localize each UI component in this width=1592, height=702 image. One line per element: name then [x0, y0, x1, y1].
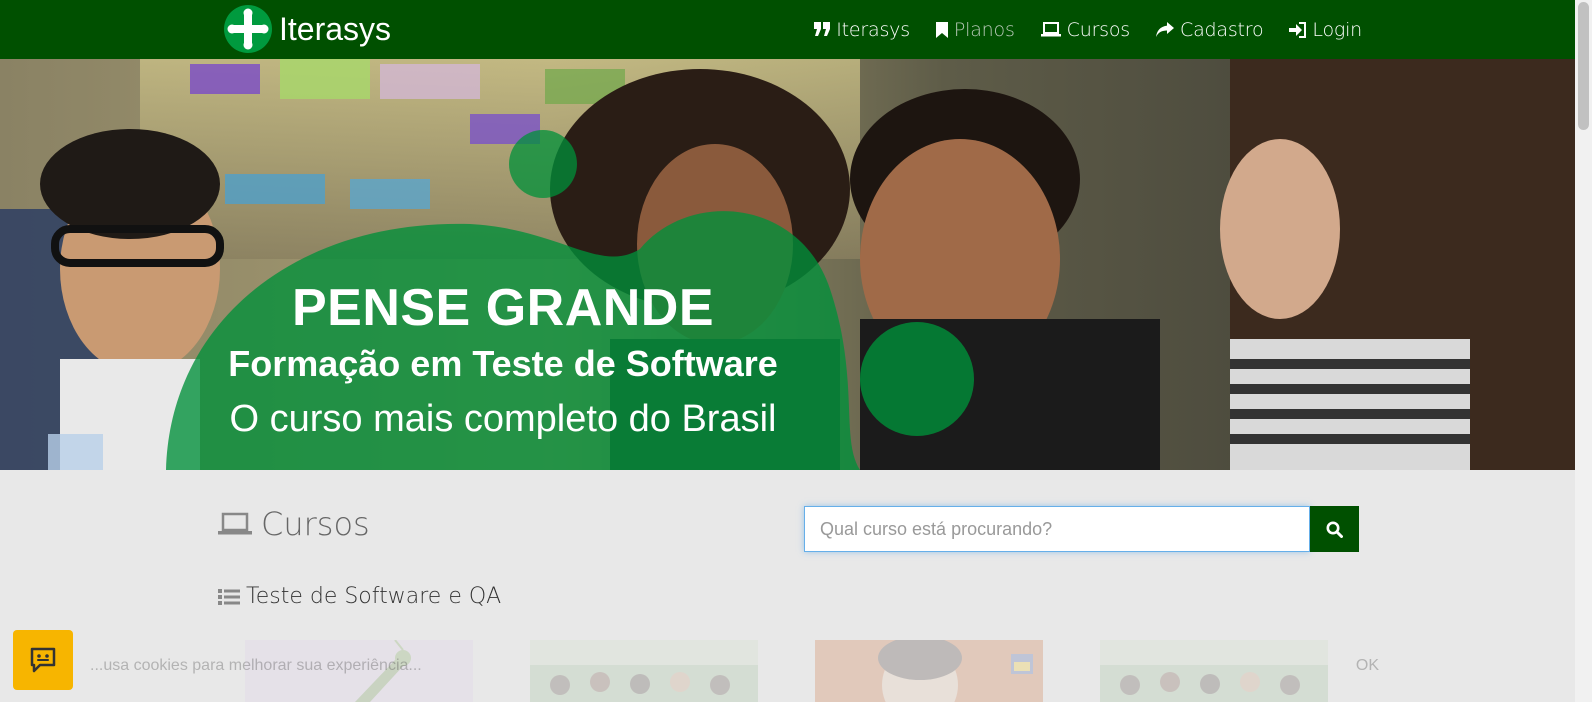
hero-banner: PENSE GRANDE Formação em Teste de Softwa…	[0, 59, 1575, 470]
nav-item-planos[interactable]: Planos	[935, 18, 1015, 41]
cookie-banner: ...usa cookies para melhorar sua experiê…	[60, 631, 1419, 702]
share-arrow-icon	[1156, 22, 1174, 37]
hero-tagline: O curso mais completo do Brasil	[229, 398, 777, 440]
bookmark-icon	[935, 21, 948, 38]
courses-title: Cursos	[261, 505, 370, 543]
nav-item-iterasys[interactable]: Iterasys	[814, 19, 910, 41]
brand-name: Iterasys	[279, 10, 392, 47]
hero-subtitle: Formação em Teste de Software	[228, 343, 778, 384]
nav-item-label: Iterasys	[836, 18, 910, 41]
search-button[interactable]	[1310, 506, 1359, 552]
course-search	[804, 506, 1359, 552]
nav-item-cadastro[interactable]: Cadastro	[1156, 18, 1264, 41]
laptop-icon	[1040, 22, 1061, 37]
nav-item-label: Cadastro	[1180, 18, 1264, 41]
nav-item-label: Planos	[953, 18, 1015, 41]
search-input[interactable]	[804, 506, 1310, 552]
page: Iterasys Iterasys Planos Cursos Cadastro…	[0, 0, 1592, 702]
scrollbar-thumb[interactable]	[1578, 2, 1589, 130]
hero-title: PENSE GRANDE	[291, 279, 715, 337]
brand-link[interactable]: Iterasys	[223, 4, 391, 54]
category-title: Teste de Software e QA	[246, 584, 502, 609]
nav-item-cursos[interactable]: Cursos	[1040, 18, 1131, 41]
quote-icon	[814, 22, 831, 36]
navbar: Iterasys Iterasys Planos Cursos Cadastro…	[0, 0, 1575, 59]
cookie-text: ...usa cookies para melhorar sua experiê…	[90, 657, 422, 674]
chat-icon	[30, 647, 56, 673]
hero-text: PENSE GRANDE Formação em Teste de Softwa…	[166, 279, 840, 449]
laptop-icon	[218, 512, 252, 535]
search-icon	[1326, 521, 1343, 538]
iterasys-logo-icon	[224, 5, 272, 53]
list-icon	[218, 588, 240, 605]
cookie-ok-button[interactable]: OK	[1346, 653, 1389, 679]
nav-item-label: Login	[1312, 18, 1362, 41]
nav-item-login[interactable]: Login	[1289, 19, 1362, 41]
category-heading: Teste de Software e QA	[218, 584, 501, 609]
scrollbar[interactable]	[1575, 0, 1592, 702]
sign-in-icon	[1289, 21, 1307, 38]
nav-item-label: Cursos	[1066, 18, 1131, 41]
main-nav: Iterasys Planos Cursos Cadastro Login	[788, 0, 1362, 59]
chat-button[interactable]	[13, 630, 73, 690]
courses-heading: Cursos	[218, 505, 370, 543]
